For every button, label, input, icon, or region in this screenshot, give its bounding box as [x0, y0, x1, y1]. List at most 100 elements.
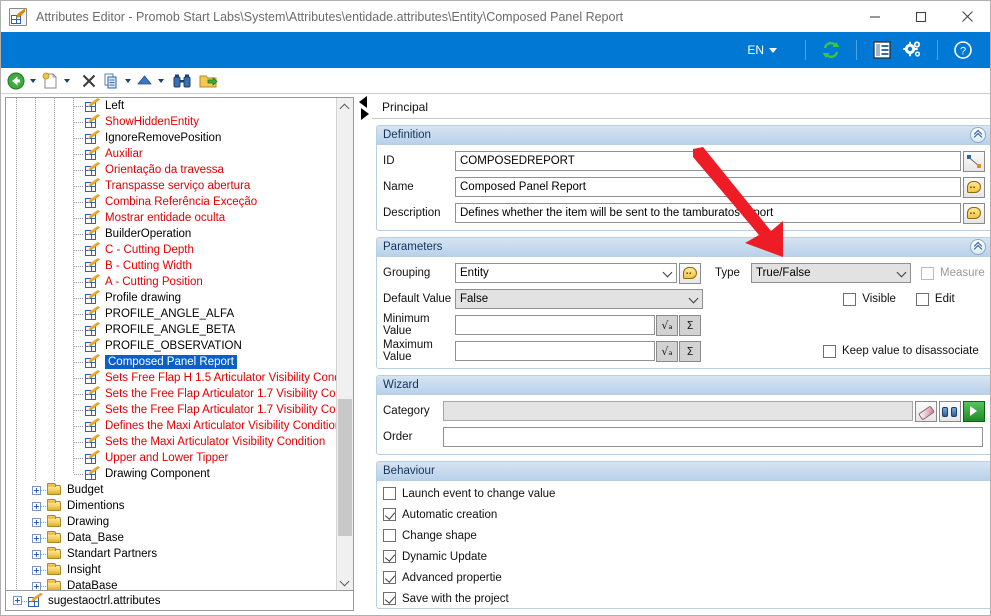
scrollbar-thumb[interactable] — [338, 399, 352, 537]
settings-gears-icon[interactable] — [900, 38, 924, 62]
tree-item[interactable]: Upper and Lower Tipper — [6, 450, 336, 466]
keep-value-checkbox[interactable]: Keep value to disassociate — [822, 344, 979, 358]
tree-scroll-area[interactable]: Left ShowHiddenEntity IgnoreRemovePosition… — [6, 98, 336, 591]
tree-expander[interactable] — [27, 482, 46, 498]
description-translate-button[interactable]: ▪▪ — [962, 202, 985, 224]
behaviour-checkbox[interactable]: Launch event to change value — [383, 487, 990, 500]
description-input[interactable]: Defines whether the item will be sent to… — [455, 203, 961, 223]
delete-button[interactable] — [81, 70, 97, 92]
tree-item[interactable]: Defines the Maxi Articulator Visibility … — [6, 418, 336, 434]
behaviour-checkbox[interactable]: Advanced propertie — [383, 571, 990, 584]
copy-dropdown-arrow-icon[interactable] — [125, 78, 131, 83]
tree-item[interactable]: Left — [6, 98, 336, 114]
attributes-tree[interactable]: Left ShowHiddenEntity IgnoreRemovePosition… — [5, 97, 354, 592]
tree-item[interactable]: A - Cutting Position — [6, 274, 336, 290]
parameters-collapse-button[interactable] — [969, 239, 986, 255]
definition-collapse-button[interactable] — [969, 127, 986, 143]
minimize-button[interactable] — [852, 1, 898, 32]
measure-checkbox[interactable]: Measure — [921, 266, 985, 280]
tree-item[interactable]: Orientação da travessa — [6, 162, 336, 178]
tree-item[interactable]: Dimentions — [6, 498, 336, 514]
category-clear-button[interactable] — [914, 400, 937, 422]
list-view-icon[interactable] — [870, 38, 894, 62]
id-input[interactable]: COMPOSEDREPORT — [455, 151, 961, 171]
tree-item[interactable]: Drawing — [6, 514, 336, 530]
chevron-down-icon[interactable] — [658, 264, 676, 282]
tree-item[interactable]: Transpasse serviço abertura — [6, 178, 336, 194]
minimum-sum-button[interactable]: Σ — [679, 314, 701, 336]
tree-item[interactable]: Composed Panel Report — [6, 354, 336, 370]
moveup-dropdown-arrow-icon[interactable] — [158, 78, 164, 83]
behaviour-checkbox[interactable]: Change shape — [383, 529, 990, 542]
scroll-down-button[interactable] — [337, 573, 353, 591]
back-button[interactable] — [7, 70, 25, 92]
tree-item[interactable]: Data_Base — [6, 530, 336, 546]
tree-item[interactable]: Sets the Free Flap Articulator 1.7 Visib… — [6, 386, 336, 402]
maximum-value-input[interactable] — [455, 341, 655, 361]
tree-item[interactable]: Insight — [6, 562, 336, 578]
tree-item[interactable]: Drawing Component — [6, 466, 336, 482]
tree-item[interactable]: Budget — [6, 482, 336, 498]
move-up-button[interactable] — [136, 70, 153, 92]
tab-principal[interactable]: Principal — [372, 95, 439, 118]
tree-item[interactable]: Sets Free Flap H 1.5 Articulator Visibil… — [6, 370, 336, 386]
chevron-down-icon[interactable] — [892, 264, 910, 282]
tree-item[interactable]: Combina Referência Exceção — [6, 194, 336, 210]
tree-root-row[interactable]: sugestaoctrl.attributes — [5, 591, 354, 611]
close-button[interactable] — [944, 1, 990, 32]
minimum-value-input[interactable] — [455, 315, 655, 335]
visible-checkbox[interactable]: Visible — [843, 292, 896, 306]
tree-expander[interactable] — [8, 593, 27, 609]
scrollbar-track[interactable] — [337, 115, 353, 573]
tree-item[interactable]: IgnoreRemovePosition — [6, 130, 336, 146]
copy-button[interactable] — [103, 70, 120, 92]
grouping-translate-button[interactable]: ▪▪ — [679, 262, 701, 284]
maximum-formula-button[interactable]: √ₐ — [656, 340, 678, 362]
tree-item[interactable]: DataBase — [6, 578, 336, 591]
splitter-arrows-icon[interactable] — [359, 96, 369, 123]
export-button[interactable] — [199, 70, 218, 92]
tree-item[interactable]: B - Cutting Width — [6, 258, 336, 274]
scroll-up-button[interactable] — [337, 98, 353, 115]
id-browse-button[interactable] — [962, 150, 985, 172]
edit-checkbox[interactable]: Edit — [915, 292, 955, 306]
category-go-button[interactable] — [962, 400, 985, 422]
help-icon[interactable]: ? — [951, 38, 975, 62]
default-value-combo[interactable]: False — [455, 289, 703, 309]
language-selector[interactable]: EN — [747, 43, 777, 57]
find-button[interactable] — [173, 70, 191, 92]
tree-item[interactable]: C - Cutting Depth — [6, 242, 336, 258]
tree-item[interactable]: Sets the Maxi Articulator Visibility Con… — [6, 434, 336, 450]
category-input[interactable] — [443, 401, 913, 421]
name-input[interactable]: Composed Panel Report — [455, 177, 961, 197]
order-input[interactable] — [443, 427, 983, 447]
tree-item[interactable]: PROFILE_ANGLE_BETA — [6, 322, 336, 338]
tree-item[interactable]: Standart Partners — [6, 546, 336, 562]
name-translate-button[interactable]: ▪▪ — [962, 176, 985, 198]
behaviour-checkbox[interactable]: Automatic creation — [383, 508, 990, 521]
new-dropdown-arrow-icon[interactable] — [64, 78, 70, 83]
grouping-combo[interactable]: Entity — [455, 263, 677, 283]
refresh-icon[interactable] — [819, 38, 843, 62]
tree-item[interactable]: Profile drawing — [6, 290, 336, 306]
new-button[interactable] — [41, 70, 59, 92]
chevron-down-icon[interactable] — [684, 290, 702, 308]
tree-expander[interactable] — [27, 498, 46, 514]
tree-item[interactable]: BuilderOperation — [6, 226, 336, 242]
tree-item[interactable]: ShowHiddenEntity — [6, 114, 336, 130]
maximum-sum-button[interactable]: Σ — [679, 340, 701, 362]
tree-item[interactable]: Mostrar entidade oculta — [6, 210, 336, 226]
behaviour-checkbox[interactable]: Dynamic Update — [383, 550, 990, 563]
category-search-button[interactable] — [938, 400, 961, 422]
tree-expander[interactable] — [27, 578, 46, 591]
behaviour-checkbox[interactable]: Save with the project — [383, 592, 990, 605]
tree-item[interactable]: PROFILE_OBSERVATION — [6, 338, 336, 354]
type-combo[interactable]: True/False — [751, 263, 911, 283]
tree-expander[interactable] — [27, 562, 46, 578]
tree-item[interactable]: Auxiliar — [6, 146, 336, 162]
tree-item[interactable]: Sets the Free Flap Articulator 1.7 Visib… — [6, 402, 336, 418]
minimum-formula-button[interactable]: √ₐ — [656, 314, 678, 336]
tree-expander[interactable] — [27, 530, 46, 546]
tree-expander[interactable] — [27, 514, 46, 530]
tree-vertical-scrollbar[interactable] — [336, 98, 353, 591]
